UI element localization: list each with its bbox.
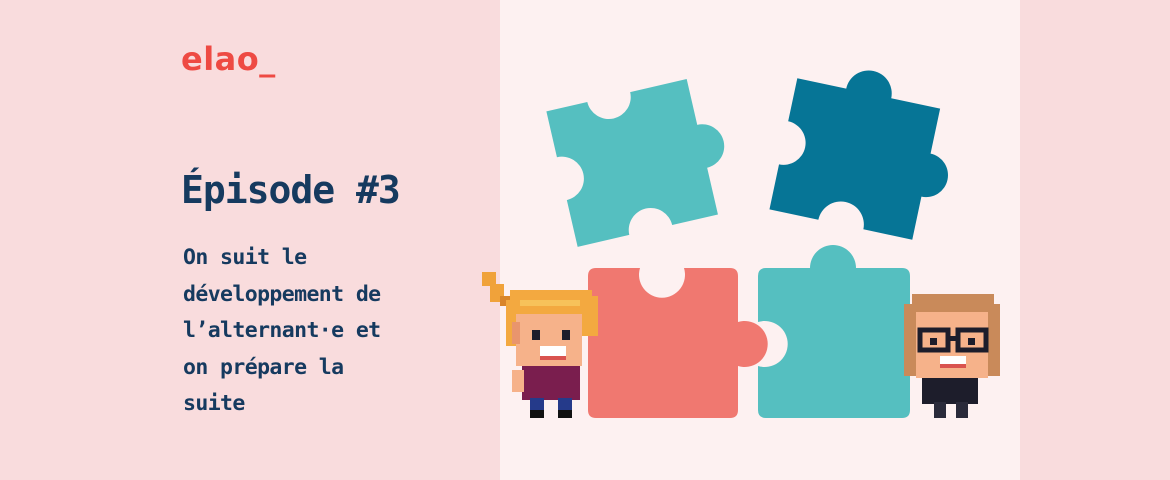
pixel-character-left <box>482 272 598 418</box>
puzzle-piece-icon <box>588 268 768 418</box>
puzzle-illustration <box>482 70 1000 418</box>
puzzle-piece-icon <box>546 79 725 247</box>
pixel-character-right <box>904 294 1000 418</box>
puzzle-piece-icon <box>769 70 948 240</box>
puzzle-piece-icon <box>758 245 910 418</box>
